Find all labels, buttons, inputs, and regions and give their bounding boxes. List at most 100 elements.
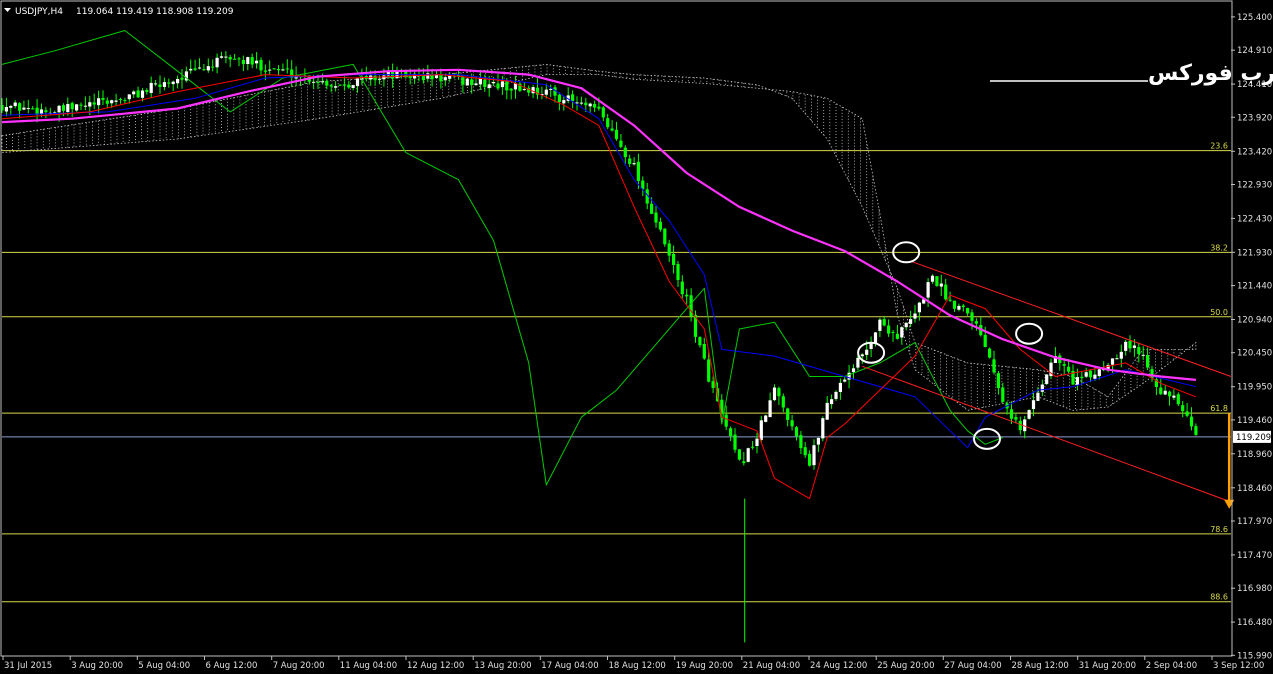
candle-bear	[737, 449, 741, 460]
candle-bear	[988, 348, 992, 358]
x-tick-label: 6 Aug 12:00	[206, 661, 258, 671]
candle-bull	[149, 82, 153, 93]
candle-bear	[1137, 347, 1141, 354]
candle-bull	[57, 105, 61, 113]
candle-bear	[338, 84, 342, 86]
fib-level-label: 88.6	[1210, 593, 1228, 602]
candle-bull	[281, 69, 285, 71]
candle-bear	[31, 108, 35, 110]
candle-bull	[1119, 351, 1123, 359]
candle-bear	[461, 76, 465, 85]
x-tick-label: 31 Jul 2015	[4, 661, 52, 671]
candle-bear	[316, 82, 320, 84]
candle-bear	[237, 58, 241, 60]
candle-bull	[312, 81, 316, 83]
candle-bull	[588, 103, 592, 107]
candle-bear	[1194, 426, 1198, 435]
candle-bear	[557, 94, 561, 102]
candle-bull	[465, 78, 469, 86]
candle-bear	[658, 221, 662, 230]
candle-bear	[1001, 387, 1005, 402]
candle-bull	[171, 81, 175, 85]
y-tick-label: 116.480	[1237, 618, 1272, 628]
candle-bear	[799, 435, 803, 449]
chart-header: USDJPY,H4 119.064 119.419 118.908 119.20…	[4, 7, 234, 17]
candle-bear	[606, 118, 610, 128]
x-tick-label: 13 Aug 20:00	[474, 661, 531, 671]
candle-bull	[355, 78, 360, 87]
y-tick-label: 118.960	[1237, 450, 1272, 460]
candle-bull	[4, 107, 8, 112]
candle-bull	[821, 418, 825, 439]
candle-bull	[474, 83, 478, 86]
candle-bear	[211, 66, 215, 68]
candle-bear	[623, 147, 627, 158]
candle-bear	[105, 100, 109, 104]
candle-bear	[180, 77, 184, 80]
candle-bull	[127, 94, 131, 100]
fib-level-label: 50.0	[1210, 308, 1228, 317]
candle-bull	[500, 81, 504, 88]
candle-bull	[443, 77, 447, 81]
candle-bull	[860, 354, 864, 357]
candle-bear	[263, 70, 267, 72]
candle-bull	[197, 67, 202, 69]
price-chart[interactable]: 23.6 38.2 50.0 61.8 78.6 88.6 125.400 124.910 1…	[0, 0, 1273, 674]
fib-level-label: 78.6	[1210, 525, 1228, 534]
y-tick-label: 120.940	[1237, 316, 1272, 326]
candle-bull	[1163, 390, 1167, 395]
candle-bear	[672, 254, 676, 265]
candle-bear	[948, 299, 952, 301]
x-tick-label: 27 Aug 04:00	[944, 661, 1001, 671]
candle-bear	[733, 434, 737, 450]
x-tick-label: 11 Aug 04:00	[340, 661, 397, 671]
candle-bear	[628, 158, 632, 164]
candle-bull	[579, 102, 583, 104]
candle-bull	[1141, 354, 1145, 356]
candle-bear	[808, 453, 812, 466]
candle-bear	[619, 140, 623, 147]
candle-bear	[118, 99, 123, 100]
candle-bull	[255, 60, 259, 64]
candle-bear	[1176, 394, 1180, 405]
candle-bear	[966, 308, 970, 314]
candle-bear	[996, 373, 1000, 389]
candle-bear	[970, 312, 974, 321]
x-tick-label: 24 Aug 12:00	[810, 661, 867, 671]
y-tick-label: 125.400	[1237, 13, 1272, 23]
candle-bull	[448, 75, 452, 79]
candle-bear	[1159, 387, 1163, 395]
candle-bear	[483, 79, 487, 87]
candle-bull	[904, 322, 908, 328]
candle-bear	[724, 414, 728, 427]
candle-bull	[487, 84, 491, 89]
candle-bear	[202, 69, 206, 71]
candle-bear	[505, 80, 509, 91]
candle-bull	[1036, 392, 1040, 401]
candle-bear	[233, 58, 237, 60]
candle-bull	[957, 305, 961, 310]
candle-bull	[83, 105, 87, 107]
candle-bull	[812, 445, 816, 466]
x-tick-label: 28 Aug 12:00	[1012, 661, 1069, 671]
candle-bull	[900, 327, 904, 338]
candle-bull	[1097, 369, 1101, 377]
candle-bear	[781, 396, 785, 408]
candle-bull	[9, 105, 13, 108]
candle-bull	[377, 78, 382, 80]
candle-bear	[272, 68, 276, 70]
fib-level-label: 38.2	[1210, 243, 1228, 252]
fib-level-label: 61.8	[1210, 404, 1228, 413]
candle-bull	[856, 357, 860, 368]
candle-bear	[944, 284, 948, 300]
candle-bull	[22, 107, 26, 110]
x-tick-label: 3 Aug 20:00	[71, 661, 123, 671]
candle-bear	[145, 90, 149, 92]
candle-bull	[140, 90, 145, 98]
candle-bear	[597, 106, 601, 109]
candle-bear	[983, 334, 987, 347]
candle-bull	[772, 387, 777, 401]
candle-bull	[531, 87, 535, 94]
candle-bear	[101, 98, 105, 100]
candle-bear	[259, 59, 263, 71]
